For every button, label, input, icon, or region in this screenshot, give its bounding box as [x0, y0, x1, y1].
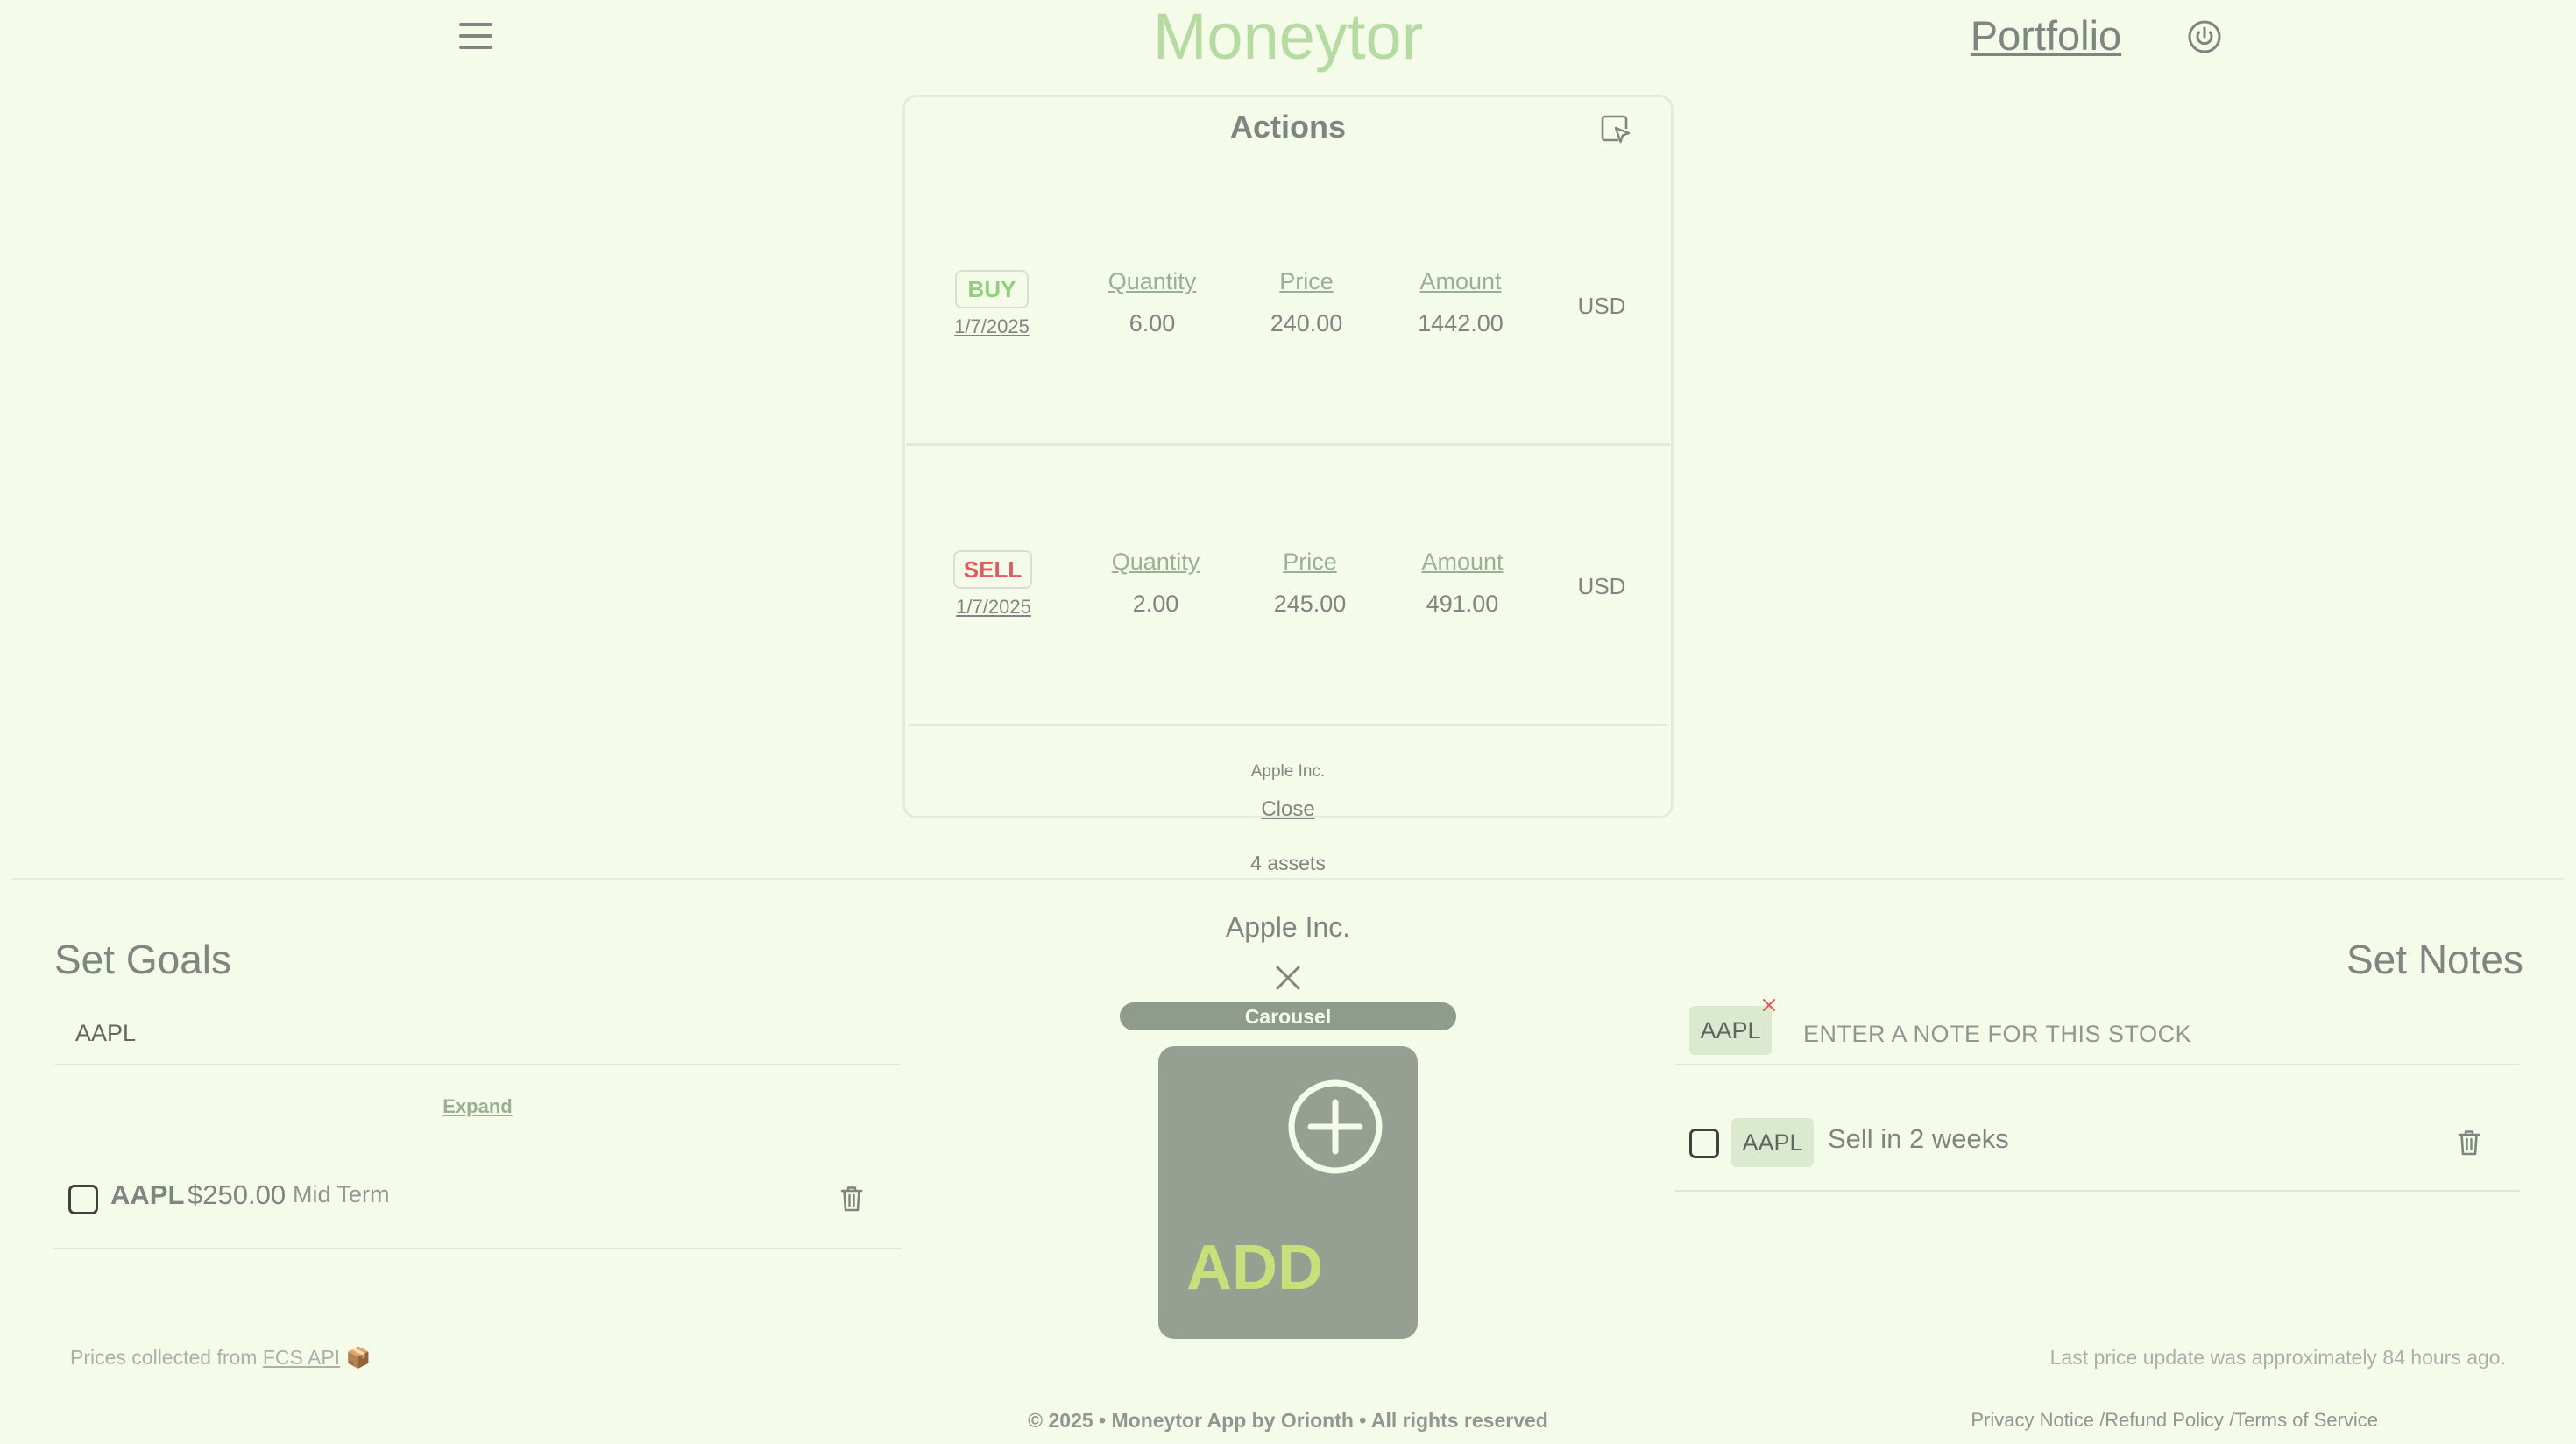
- goals-ticker-input[interactable]: [54, 1002, 901, 1064]
- trash-icon[interactable]: [2457, 1129, 2481, 1157]
- terms-link[interactable]: /Terms of Service: [2229, 1409, 2378, 1431]
- goal-term: Mid Term: [293, 1181, 390, 1207]
- quantity-header[interactable]: Quantity: [1095, 268, 1209, 295]
- note-text: Sell in 2 weeks: [1828, 1123, 2009, 1154]
- price-value: 240.00: [1270, 310, 1343, 336]
- quantity-value: 6.00: [1129, 310, 1176, 336]
- close-link[interactable]: Close: [1227, 797, 1349, 822]
- copyright: © 2025 • Moneytor App by Orionth • All r…: [1028, 1409, 1548, 1432]
- note-list-item: AAPL Sell in 2 weeks: [1675, 1101, 2520, 1192]
- price-header[interactable]: Price: [1253, 549, 1367, 576]
- transaction-row: BUY 1/7/2025 Quantity 6.00 Price 240.00 …: [906, 175, 1670, 447]
- set-notes-title: Set Notes: [2346, 937, 2523, 982]
- last-update-note: Last price update was approximately 84 h…: [2049, 1346, 2506, 1369]
- privacy-link[interactable]: Privacy Notice: [1971, 1409, 2094, 1431]
- row-divider: [906, 443, 1670, 446]
- prices-prefix: Prices collected from: [70, 1346, 258, 1369]
- power-icon[interactable]: [2187, 19, 2222, 54]
- currency-label: USD: [1577, 573, 1626, 599]
- add-asset-card[interactable]: ADD: [1158, 1046, 1418, 1339]
- price-value: 245.00: [1273, 591, 1347, 617]
- expand-link[interactable]: Expand: [421, 1095, 534, 1118]
- app-brand[interactable]: Moneytor: [1051, 0, 1525, 74]
- goal-checkbox[interactable]: [68, 1185, 98, 1214]
- row-divider: [909, 724, 1667, 726]
- footer-links: Privacy Notice /Refund Policy /Terms of …: [1928, 1409, 2378, 1432]
- selected-asset-name: Apple Inc.: [1250, 762, 1326, 781]
- select-pointer-icon[interactable]: [1600, 114, 1631, 145]
- note-checkbox[interactable]: [1689, 1129, 1719, 1158]
- close-x-icon[interactable]: [1272, 962, 1304, 994]
- quantity-header[interactable]: Quantity: [1099, 549, 1213, 576]
- fcs-api-link[interactable]: FCS API: [263, 1346, 340, 1369]
- trash-icon[interactable]: [839, 1185, 864, 1213]
- prices-source-note: Prices collected from FCS API 📦: [70, 1346, 371, 1370]
- price-header[interactable]: Price: [1249, 268, 1363, 295]
- note-ticker-chip: AAPL: [1731, 1118, 1814, 1167]
- goal-ticker: AAPL: [110, 1179, 185, 1210]
- chip-remove-icon[interactable]: [1759, 995, 1779, 1015]
- actions-title: Actions: [1229, 109, 1346, 145]
- transaction-date[interactable]: 1/7/2025: [939, 315, 1044, 338]
- carousel-toggle[interactable]: Carousel: [1120, 1002, 1456, 1030]
- package-icon: 📦: [345, 1346, 372, 1369]
- refund-link[interactable]: /Refund Policy: [2099, 1409, 2224, 1431]
- quantity-value: 2.00: [1132, 591, 1179, 617]
- add-label: ADD: [1186, 1233, 1323, 1303]
- transaction-type-badge[interactable]: BUY: [955, 270, 1029, 308]
- transaction-type-badge[interactable]: SELL: [953, 550, 1032, 589]
- note-input[interactable]: [1803, 1008, 2469, 1060]
- hamburger-menu-icon[interactable]: [459, 23, 492, 51]
- set-goals-title: Set Goals: [54, 937, 231, 982]
- plus-circle-icon: [1286, 1078, 1384, 1176]
- amount-header[interactable]: Amount: [1404, 268, 1518, 295]
- goals-input-field: [54, 1002, 901, 1065]
- amount-value: 1442.00: [1418, 310, 1504, 336]
- nav-portfolio-link[interactable]: Portfolio: [1963, 5, 2129, 67]
- amount-header[interactable]: Amount: [1405, 549, 1519, 576]
- asset-count: 4 assets: [1250, 852, 1326, 874]
- section-divider: [12, 878, 2564, 880]
- goal-price: $250.00: [188, 1179, 287, 1210]
- currency-label: USD: [1577, 293, 1626, 319]
- transaction-date[interactable]: 1/7/2025: [941, 596, 1046, 619]
- goal-list-item: AAPL $250.00 Mid Term: [54, 1153, 901, 1249]
- amount-value: 491.00: [1426, 591, 1499, 617]
- notes-input-field: AAPL: [1675, 999, 2520, 1065]
- carousel-asset-title: Apple Inc.: [1225, 911, 1351, 943]
- transaction-row: SELL 1/7/2025 Quantity 2.00 Price 245.00…: [906, 456, 1670, 727]
